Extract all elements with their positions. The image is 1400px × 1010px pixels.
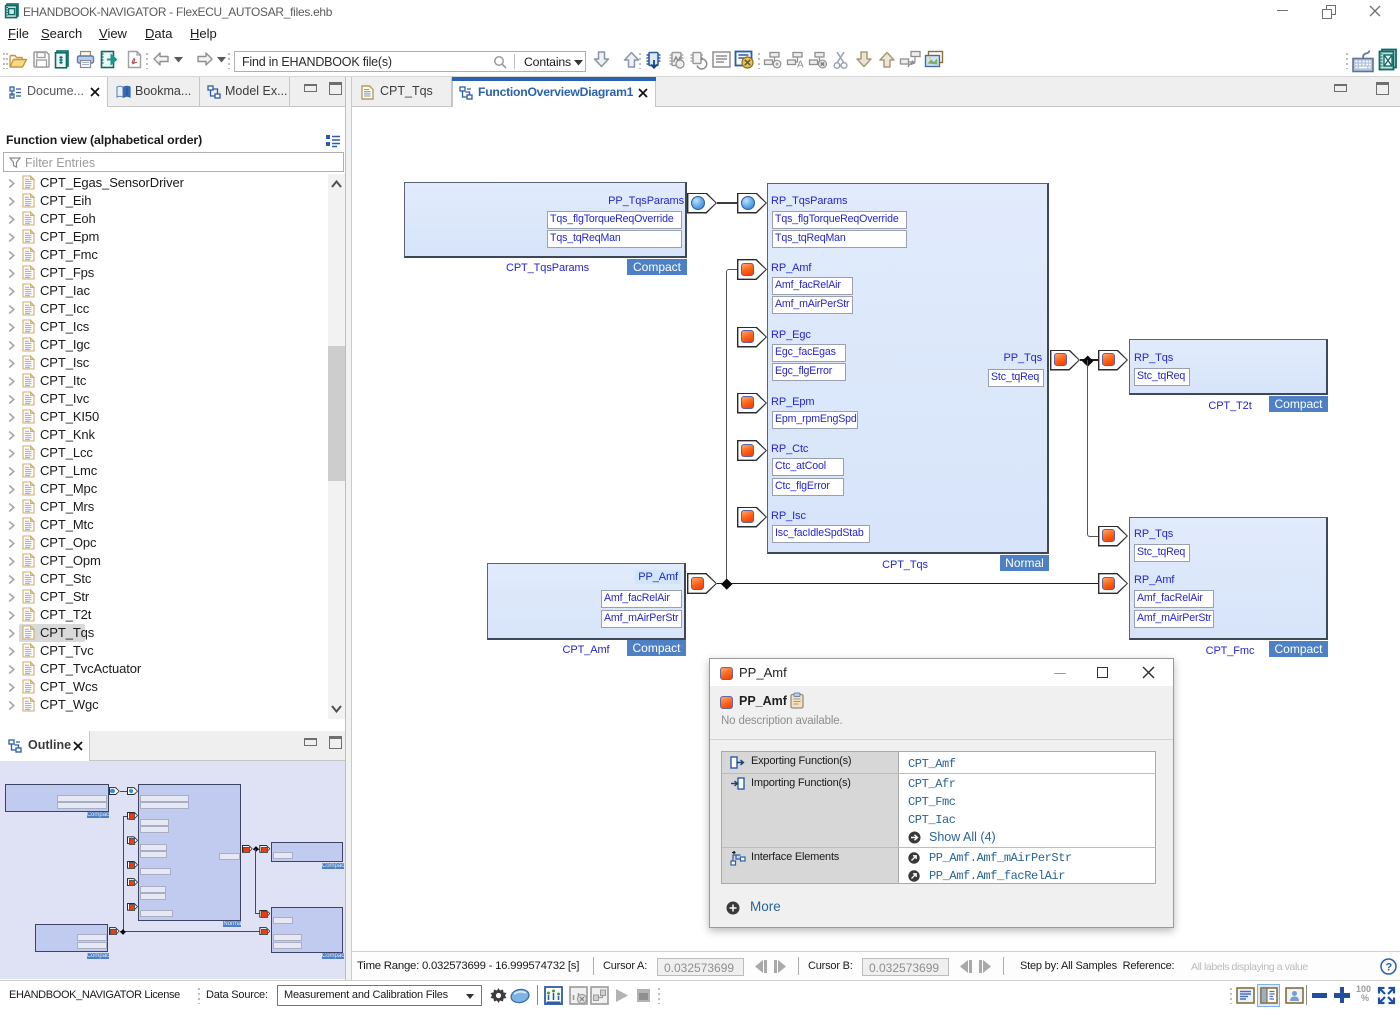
svg-text:A: A bbox=[797, 60, 804, 70]
svg-text:?: ? bbox=[1386, 962, 1393, 974]
